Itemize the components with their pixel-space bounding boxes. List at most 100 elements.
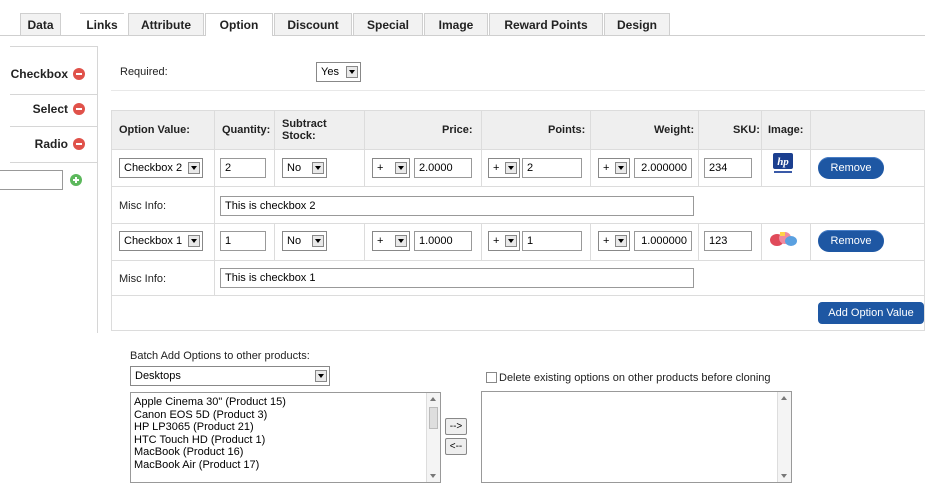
option-tab-checkbox[interactable]: Checkbox <box>0 62 97 86</box>
required-value: Yes <box>321 66 339 78</box>
product-source-list[interactable]: Apple Cinema 30" (Product 15) Canon EOS … <box>130 392 441 483</box>
divider <box>112 260 924 261</box>
points-input[interactable]: 2 <box>522 158 582 178</box>
prefix-text: + <box>377 235 384 247</box>
chevron-down-icon <box>615 162 627 174</box>
tab-image[interactable]: Image <box>424 13 488 35</box>
header-sku: SKU: <box>733 124 760 136</box>
option-value-select[interactable]: Checkbox 2 <box>119 158 203 178</box>
divider <box>274 223 275 260</box>
scrollbar-thumb[interactable] <box>429 407 438 429</box>
scroll-up-icon[interactable] <box>781 396 787 400</box>
tab-design[interactable]: Design <box>604 13 670 35</box>
add-option-input[interactable] <box>0 170 63 190</box>
points-prefix-select[interactable]: + <box>488 158 520 178</box>
product-thumbnail-image[interactable] <box>768 229 798 249</box>
weight-input[interactable]: 2.000000 <box>634 158 692 178</box>
sku-input[interactable]: 234 <box>704 158 752 178</box>
header-weight: Weight: <box>654 124 695 136</box>
list-item[interactable]: HTC Touch HD (Product 1) <box>131 434 440 447</box>
tab-data[interactable]: Data <box>20 13 61 35</box>
move-left-button[interactable]: <-- <box>445 438 467 455</box>
category-text: Desktops <box>135 370 181 382</box>
remove-button[interactable]: Remove <box>818 157 884 179</box>
tab-attribute[interactable]: Attribute <box>128 13 204 35</box>
quantity-input[interactable]: 2 <box>220 158 266 178</box>
points-input[interactable]: 1 <box>522 231 582 251</box>
price-prefix-select[interactable]: + <box>372 231 410 251</box>
tab-option[interactable]: Option <box>205 13 273 36</box>
required-select[interactable]: Yes <box>316 62 361 82</box>
price-input[interactable]: 2.0000 <box>414 158 472 178</box>
sku-input[interactable]: 123 <box>704 231 752 251</box>
remove-icon[interactable] <box>73 138 85 150</box>
divider <box>214 260 215 295</box>
delete-existing-checkbox[interactable] <box>486 372 497 383</box>
prefix-text: + <box>493 162 500 174</box>
chevron-down-icon <box>395 162 407 174</box>
list-item[interactable]: Apple Cinema 30" (Product 15) <box>131 396 440 409</box>
remove-icon[interactable] <box>73 103 85 115</box>
option-value-select[interactable]: Checkbox 1 <box>119 231 203 251</box>
product-target-list[interactable] <box>481 391 792 483</box>
header-points: Points: <box>548 124 586 136</box>
header-image: Image: <box>768 124 804 136</box>
chevron-down-icon <box>312 162 324 174</box>
header-quantity: Quantity: <box>222 124 271 136</box>
chevron-down-icon <box>505 235 517 247</box>
chevron-down-icon <box>395 235 407 247</box>
list-item[interactable]: MacBook (Product 16) <box>131 446 440 459</box>
tab-special[interactable]: Special <box>353 13 423 35</box>
add-icon[interactable] <box>70 174 82 186</box>
tab-discount[interactable]: Discount <box>274 13 352 35</box>
category-select[interactable]: Desktops <box>130 366 330 386</box>
header-option-value: Option Value: <box>119 124 190 136</box>
move-right-button[interactable]: --> <box>445 418 467 435</box>
scrollbar[interactable] <box>777 392 791 482</box>
remove-icon[interactable] <box>73 68 85 80</box>
misc-info-label: Misc Info: <box>119 200 167 212</box>
divider <box>481 223 482 260</box>
option-tab-label: Radio <box>34 137 68 151</box>
scroll-up-icon[interactable] <box>430 397 436 401</box>
list-item[interactable]: HP LP3065 (Product 21) <box>131 421 440 434</box>
option-list-top-border <box>10 46 97 47</box>
weight-prefix-select[interactable]: + <box>598 231 630 251</box>
misc-info-input[interactable]: This is checkbox 1 <box>220 268 694 288</box>
misc-info-input[interactable]: This is checkbox 2 <box>220 196 694 216</box>
divider <box>698 223 699 260</box>
option-tab-radio[interactable]: Radio <box>0 132 97 156</box>
option-value-text: Checkbox 1 <box>124 235 183 247</box>
price-input[interactable]: 1.0000 <box>414 231 472 251</box>
option-value-text: Checkbox 2 <box>124 162 183 174</box>
chevron-down-icon <box>312 235 324 247</box>
subtract-text: No <box>287 235 302 247</box>
hp-logo-image[interactable]: hp <box>770 153 796 175</box>
tab-links[interactable]: Links <box>80 13 124 35</box>
subtract-select[interactable]: No <box>282 158 327 178</box>
quantity-input[interactable]: 1 <box>220 231 266 251</box>
price-prefix-select[interactable]: + <box>372 158 410 178</box>
list-item[interactable]: Canon EOS 5D (Product 3) <box>131 409 440 422</box>
scroll-down-icon[interactable] <box>430 474 436 478</box>
weight-prefix-select[interactable]: + <box>598 158 630 178</box>
prefix-text: + <box>603 162 610 174</box>
chevron-down-icon <box>615 235 627 247</box>
divider <box>112 295 924 296</box>
subtract-select[interactable]: No <box>282 231 327 251</box>
tab-reward-points[interactable]: Reward Points <box>489 13 603 35</box>
list-item[interactable]: MacBook Air (Product 17) <box>131 459 440 472</box>
points-prefix-select[interactable]: + <box>488 231 520 251</box>
misc-info-label: Misc Info: <box>119 273 167 285</box>
divider <box>10 94 97 95</box>
header-subtract-stock: Subtract Stock: <box>282 118 327 142</box>
chevron-down-icon <box>505 162 517 174</box>
scrollbar[interactable] <box>426 393 440 482</box>
remove-button[interactable]: Remove <box>818 230 884 252</box>
weight-input[interactable]: 1.000000 <box>634 231 692 251</box>
divider <box>364 223 365 260</box>
scroll-down-icon[interactable] <box>781 474 787 478</box>
option-tab-select[interactable]: Select <box>0 97 97 121</box>
add-option-value-button[interactable]: Add Option Value <box>818 302 924 324</box>
chevron-down-icon <box>188 235 200 247</box>
